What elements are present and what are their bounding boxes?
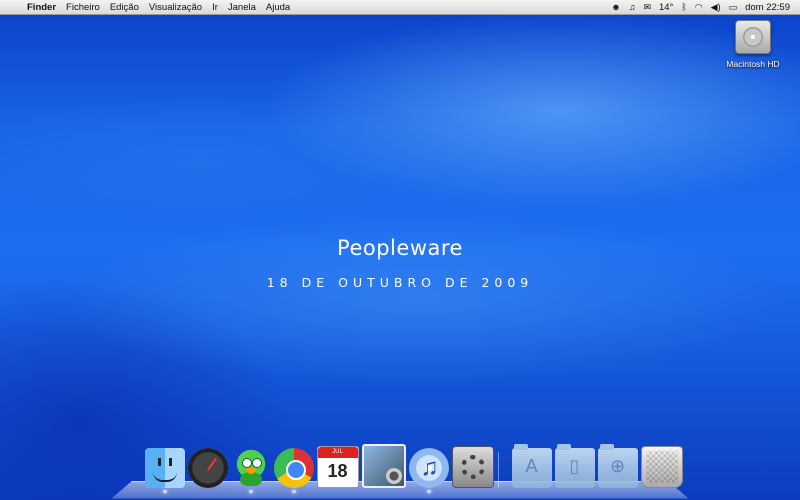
menu-ficheiro[interactable]: Ficheiro bbox=[61, 2, 105, 13]
status-area: ☻ ♫ ✉ 14° ᛒ ◠ ◀) ▭ dom 22:59 bbox=[607, 2, 800, 13]
wifi-icon[interactable]: ◠ bbox=[691, 2, 707, 13]
dock-iphoto-icon[interactable] bbox=[361, 444, 406, 488]
dock-ical-icon[interactable]: JUL 18 bbox=[316, 446, 359, 488]
dock-documents-stack-icon[interactable]: ▯ bbox=[554, 444, 595, 488]
dock-finder-icon[interactable] bbox=[144, 448, 185, 493]
volume-icon[interactable]: ◀) bbox=[707, 2, 725, 13]
mail-icon[interactable]: ✉ bbox=[639, 2, 655, 13]
adium-status-icon[interactable]: ☻ bbox=[607, 2, 624, 12]
dock-itunes-icon[interactable]: ♫ bbox=[408, 448, 449, 493]
drive-label: Macintosh HD bbox=[726, 59, 780, 69]
dock-system-preferences-icon[interactable] bbox=[451, 446, 494, 488]
dock: JUL 18 ♫ A ▯ ⊕ bbox=[143, 444, 684, 493]
menu-ajuda[interactable]: Ajuda bbox=[261, 2, 295, 13]
dock-chrome-icon[interactable] bbox=[273, 448, 314, 493]
hard-drive-icon bbox=[735, 20, 771, 54]
menu-ir[interactable]: Ir bbox=[207, 2, 223, 13]
dock-adium-icon[interactable] bbox=[230, 448, 271, 493]
battery-icon[interactable]: ▭ bbox=[725, 2, 742, 13]
wallpaper-title: Peopleware bbox=[337, 236, 463, 260]
headphones-icon[interactable]: ♫ bbox=[625, 2, 640, 12]
dock-separator bbox=[498, 452, 507, 488]
bluetooth-icon[interactable]: ᛒ bbox=[677, 2, 690, 12]
menu-janela[interactable]: Janela bbox=[223, 2, 261, 13]
menu-app-finder[interactable]: Finder bbox=[22, 2, 61, 13]
temperature-readout[interactable]: 14° bbox=[655, 2, 677, 13]
menu-bar: Finder Ficheiro Edição Visualização Ir J… bbox=[0, 0, 800, 15]
desktop-drive-macintosh-hd[interactable]: Macintosh HD bbox=[716, 20, 790, 72]
menu-visualizacao[interactable]: Visualização bbox=[144, 2, 207, 13]
dock-downloads-stack-icon[interactable]: ⊕ bbox=[597, 444, 638, 488]
dock-dashboard-icon[interactable] bbox=[187, 448, 228, 488]
dock-trash-icon[interactable] bbox=[640, 446, 683, 488]
ical-day: 18 bbox=[327, 461, 348, 481]
clock[interactable]: dom 22:59 bbox=[741, 2, 794, 13]
ical-month: JUL bbox=[317, 447, 358, 458]
menu-edicao[interactable]: Edição bbox=[105, 2, 144, 13]
wallpaper-subtitle: 18 DE OUTUBRO DE 2009 bbox=[266, 275, 534, 290]
dock-applications-stack-icon[interactable]: A bbox=[511, 444, 552, 488]
